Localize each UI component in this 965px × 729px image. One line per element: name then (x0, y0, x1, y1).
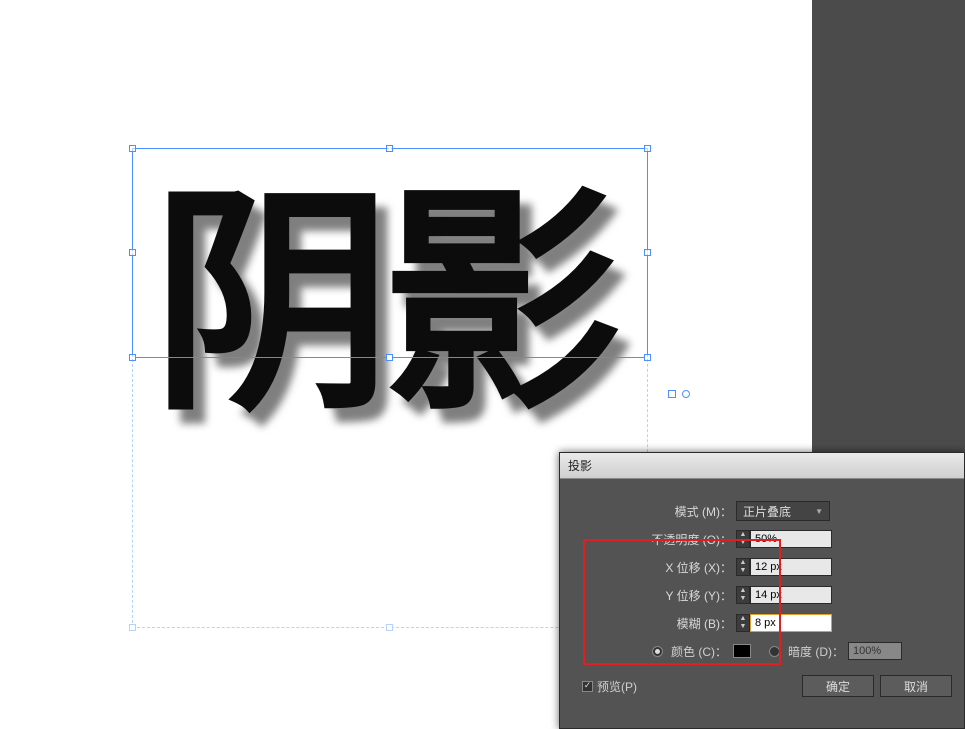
x-offset-input[interactable]: 12 px (750, 558, 832, 576)
thread-indicator[interactable] (682, 390, 690, 398)
frame-handle-bm[interactable] (386, 624, 393, 631)
x-offset-spinner[interactable]: ▲▼ (736, 558, 750, 576)
dialog-body: 模式 (M)： 正片叠底 ▼ 不透明度 (O)： ▲▼ 50% X 位移 (X)… (560, 479, 964, 697)
resize-handle-ml[interactable] (129, 249, 136, 256)
chevron-down-icon: ▼ (815, 507, 823, 516)
color-radio[interactable] (652, 646, 663, 657)
cancel-button[interactable]: 取消 (880, 675, 952, 697)
mode-value: 正片叠底 (743, 503, 791, 520)
resize-handle-tl[interactable] (129, 145, 136, 152)
y-offset-label: Y 位移 (Y)： (560, 587, 736, 604)
opacity-input[interactable]: 50% (750, 530, 832, 548)
preview-checkbox[interactable] (582, 681, 593, 692)
frame-handle-bl[interactable] (129, 624, 136, 631)
y-offset-row: Y 位移 (Y)： ▲▼ 14 px (560, 581, 964, 609)
color-label: 颜色 (C)： (671, 643, 727, 660)
resize-handle-mr[interactable] (644, 249, 651, 256)
dialog-titlebar[interactable]: 投影 (560, 453, 964, 479)
dialog-button-row: 预览(P) 确定 取消 (560, 665, 964, 697)
mode-row: 模式 (M)： 正片叠底 ▼ (560, 497, 964, 525)
color-swatch[interactable] (733, 644, 751, 658)
resize-handle-tr[interactable] (644, 145, 651, 152)
dark-input: 100% (848, 642, 902, 660)
opacity-label: 不透明度 (O)： (560, 531, 736, 548)
y-offset-input[interactable]: 14 px (750, 586, 832, 604)
opacity-row: 不透明度 (O)： ▲▼ 50% (560, 525, 964, 553)
x-offset-row: X 位移 (X)： ▲▼ 12 px (560, 553, 964, 581)
resize-handle-br[interactable] (644, 354, 651, 361)
dark-radio[interactable] (769, 646, 780, 657)
opacity-spinner[interactable]: ▲▼ (736, 530, 750, 548)
mode-dropdown[interactable]: 正片叠底 ▼ (736, 501, 830, 521)
resize-handle-bl[interactable] (129, 354, 136, 361)
mode-label: 模式 (M)： (560, 503, 736, 520)
blur-label: 模糊 (B)： (560, 615, 736, 632)
ok-button[interactable]: 确定 (802, 675, 874, 697)
drop-shadow-dialog: 投影 模式 (M)： 正片叠底 ▼ 不透明度 (O)： ▲▼ 50% X 位移 … (559, 452, 965, 729)
sample-text[interactable]: 阴影 (152, 110, 612, 457)
dialog-title: 投影 (568, 459, 592, 473)
blur-spinner[interactable]: ▲▼ (736, 614, 750, 632)
outport-handle[interactable] (668, 390, 676, 398)
y-offset-spinner[interactable]: ▲▼ (736, 586, 750, 604)
blur-row: 模糊 (B)： ▲▼ 8 px (560, 609, 964, 637)
preview-label: 预览(P) (597, 678, 637, 695)
blur-input[interactable]: 8 px (750, 614, 832, 632)
x-offset-label: X 位移 (X)： (560, 559, 736, 576)
dark-label: 暗度 (D)： (788, 643, 844, 660)
color-row: 颜色 (C)： 暗度 (D)： 100% (560, 637, 964, 665)
